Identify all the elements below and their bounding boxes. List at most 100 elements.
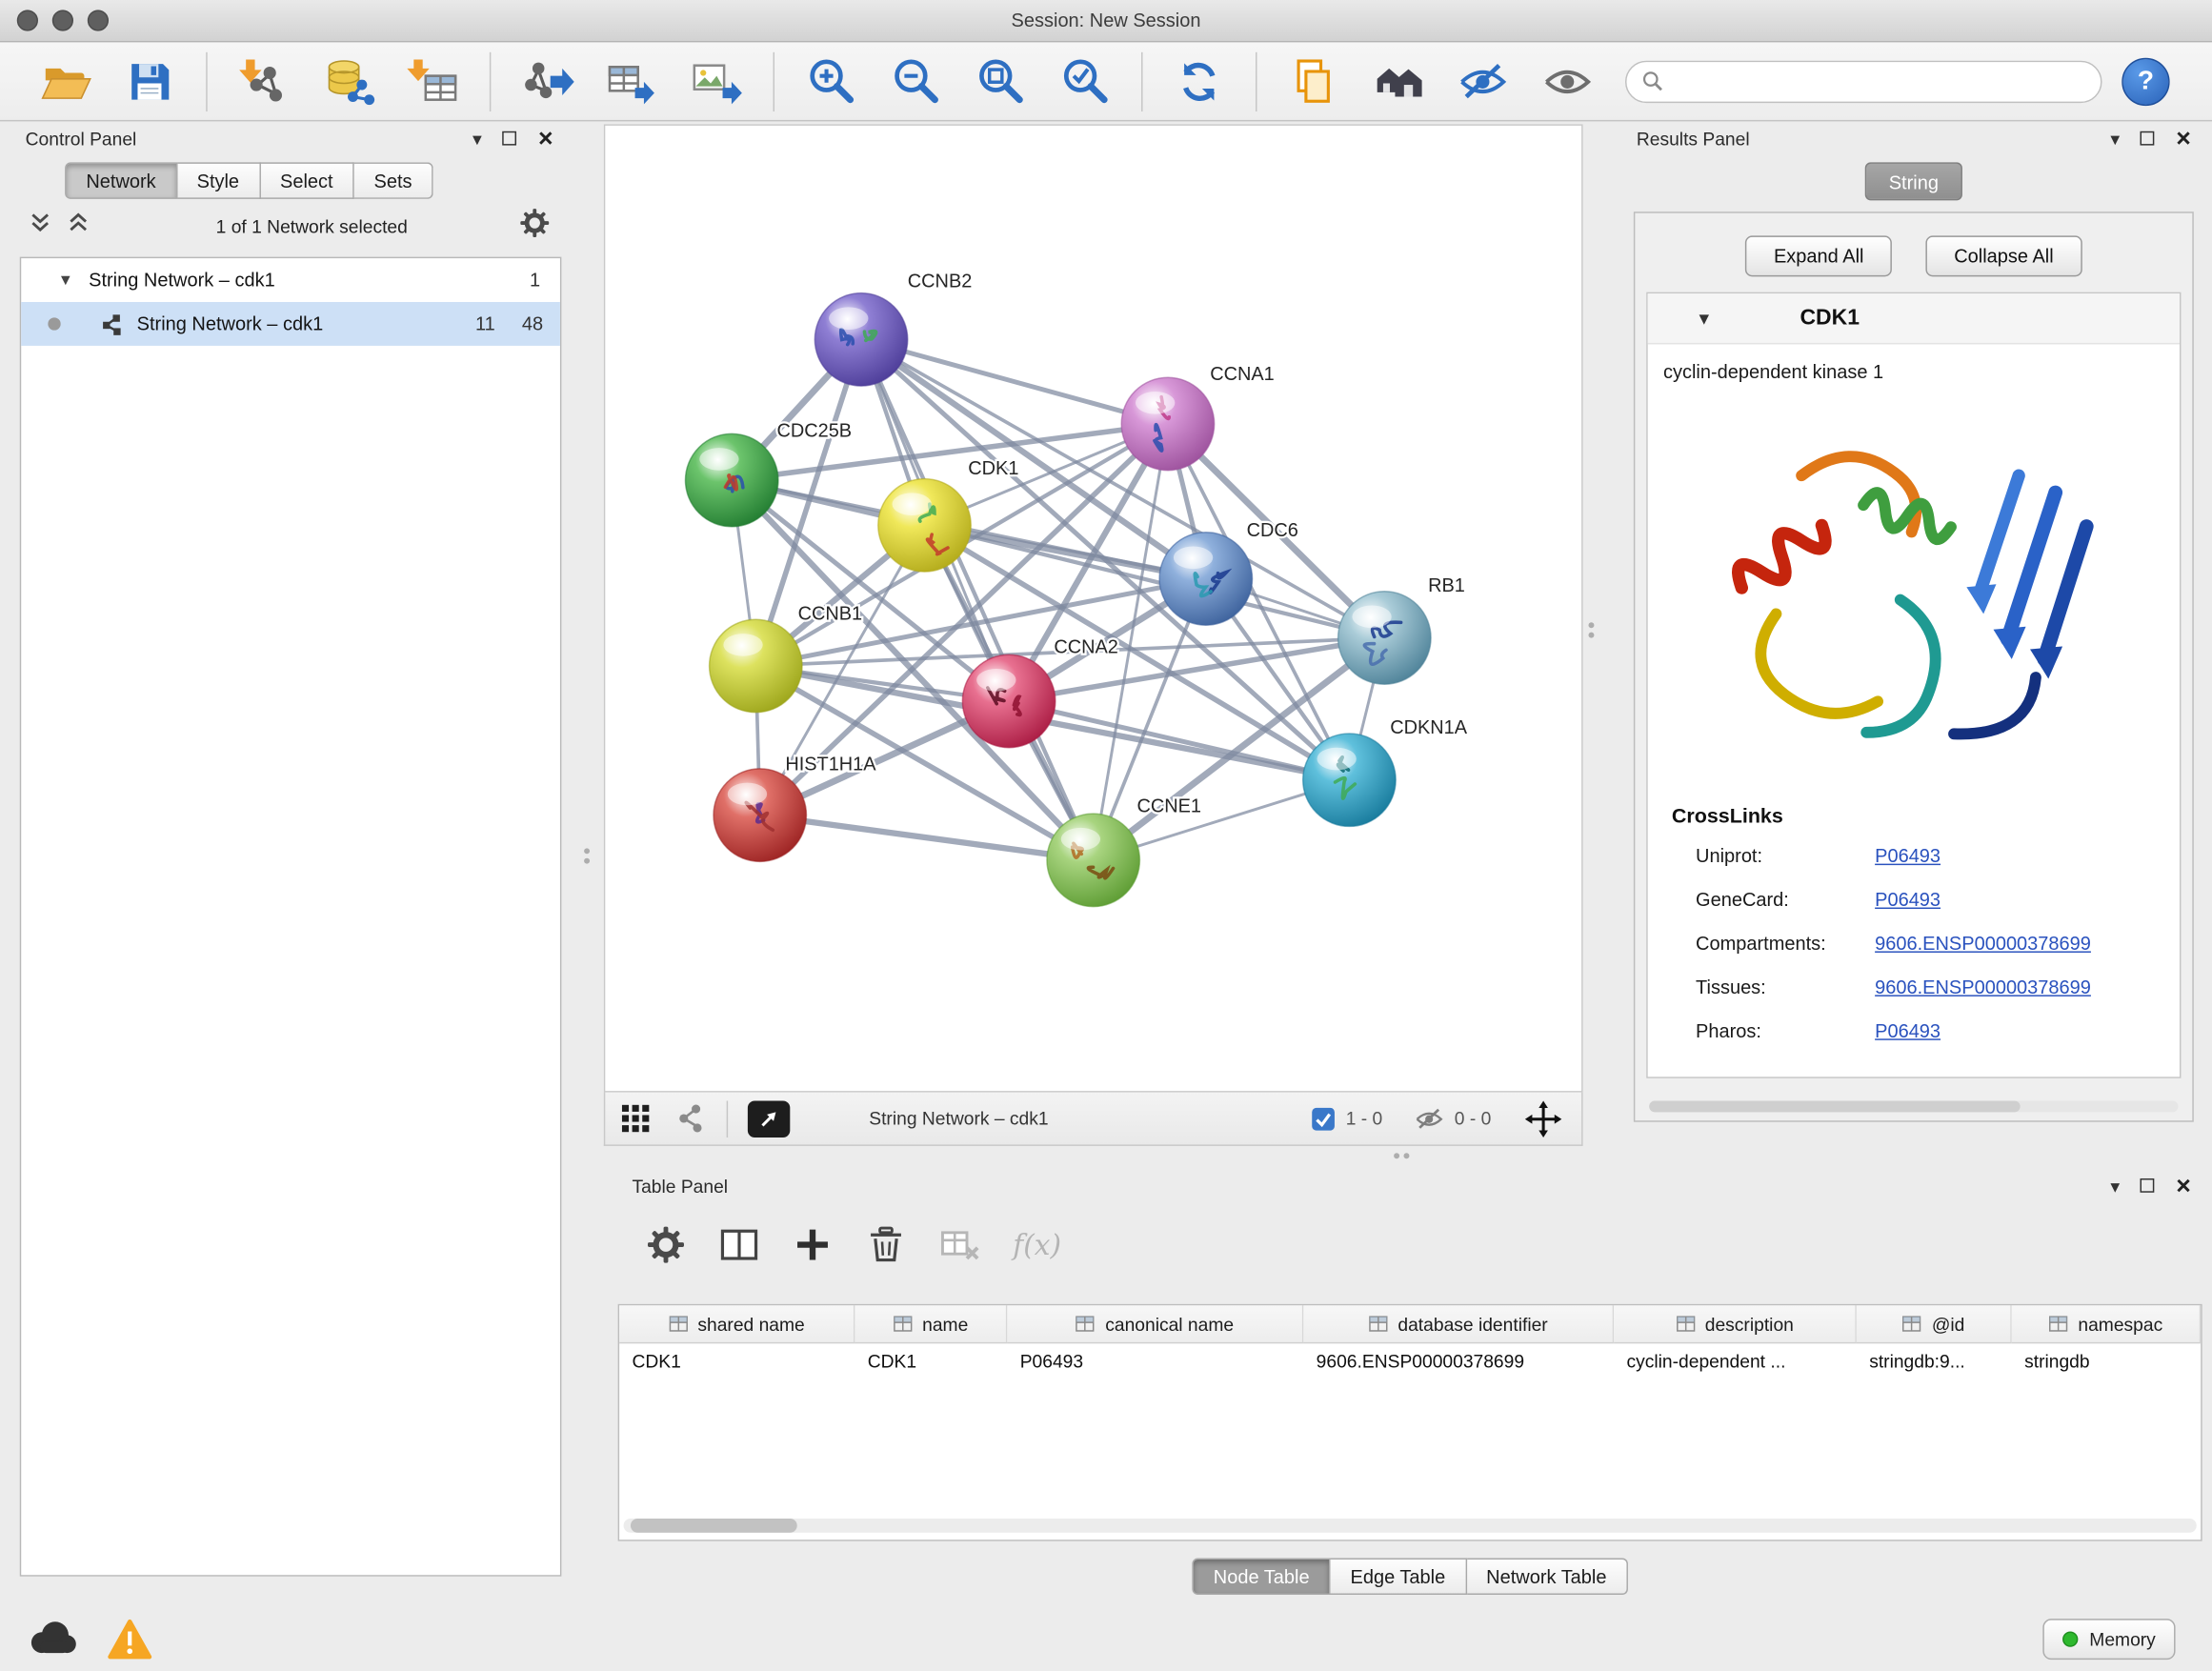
zoom-selected-icon[interactable] [1058,54,1112,108]
float-panel-icon[interactable] [2141,1178,2155,1193]
zoom-out-icon[interactable] [889,54,942,108]
zoom-in-icon[interactable] [804,54,857,108]
network-graph[interactable]: CCNB2CCNA1CDC25BCDK1CDC6RB1CCNB1CCNA2CDK… [605,126,1581,1091]
table-cell[interactable]: stringdb:9... [1857,1343,2012,1381]
network-node[interactable]: HIST1H1A [714,754,876,861]
column-header[interactable]: description [1614,1305,1857,1343]
network-node[interactable]: CCNA1 [1121,364,1275,471]
tab-node-table[interactable]: Node Table [1193,1558,1331,1595]
hidden-eye-icon[interactable] [1414,1103,1445,1135]
network-node[interactable]: RB1 [1338,575,1465,684]
tab-select[interactable]: Select [260,162,354,199]
copy-icon[interactable] [1287,54,1340,108]
collapse-all-button[interactable]: Collapse All [1926,235,2082,276]
node-label: CCNA1 [1210,364,1275,385]
export-table-icon[interactable] [605,54,658,108]
network-node[interactable]: CDK1 [878,458,1019,572]
import-table-from-file-icon[interactable] [406,54,459,108]
close-panel-icon[interactable]: × [2176,126,2191,151]
left-splitter-grip[interactable] [584,848,590,863]
tab-edge-table[interactable]: Edge Table [1331,1558,1467,1595]
column-header[interactable]: database identifier [1303,1305,1614,1343]
show-all-icon[interactable] [1540,54,1594,108]
gene-symbol: CDK1 [1800,306,1859,332]
gene-section-header[interactable]: ▼ CDK1 [1648,293,2180,344]
import-network-from-database-icon[interactable] [322,54,375,108]
close-panel-icon[interactable]: × [2176,1173,2191,1198]
collapse-section-icon[interactable]: ▼ [1696,309,1713,329]
zoom-fit-icon[interactable] [974,54,1027,108]
table-row[interactable]: CDK1 CDK1 P06493 9606.ENSP00000378699 cy… [619,1343,2201,1381]
hide-selected-icon[interactable] [1456,54,1509,108]
table-cell[interactable]: CDK1 [619,1343,855,1381]
tab-sets[interactable]: Sets [354,162,433,199]
network-collection-row[interactable]: ▼ String Network – cdk1 1 [21,258,560,302]
column-header[interactable]: shared name [619,1305,855,1343]
crosslink-link[interactable]: P06493 [1875,1020,1941,1041]
birds-eye-view-button[interactable] [748,1100,790,1137]
tab-string[interactable]: String [1865,162,1963,200]
application-window: Session: New Session [0,0,2212,1671]
horizontal-splitter-grip[interactable] [1394,1153,1409,1158]
grid-view-icon[interactable] [619,1102,652,1135]
share-network-icon[interactable] [674,1102,707,1135]
node-label: CCNB1 [798,603,863,624]
memory-button[interactable]: Memory [2042,1619,2175,1660]
column-header[interactable]: namespac [2012,1305,2201,1343]
table-settings-gear-icon[interactable] [646,1225,685,1264]
network-edge[interactable] [1009,701,1349,780]
crosslink-link[interactable]: 9606.ENSP00000378699 [1875,976,2091,997]
import-network-from-file-icon[interactable] [237,54,291,108]
help-button[interactable]: ? [2122,57,2169,105]
table-cell[interactable]: 9606.ENSP00000378699 [1303,1343,1614,1381]
panel-menu-icon[interactable]: ▾ [473,130,482,148]
results-scrollbar[interactable] [1649,1100,2178,1112]
add-row-icon[interactable] [793,1225,832,1264]
network-canvas[interactable]: CCNB2CCNA1CDC25BCDK1CDC6RB1CCNB1CCNA2CDK… [604,124,1583,1092]
crosslink-link[interactable]: 9606.ENSP00000378699 [1875,933,2091,954]
panel-menu-icon[interactable]: ▾ [2110,1177,2120,1195]
export-network-icon[interactable] [520,54,573,108]
network-node[interactable]: CDC6 [1159,520,1298,625]
network-node[interactable]: CCNB1 [710,603,863,712]
selected-checkbox-icon[interactable] [1311,1106,1337,1132]
search-input[interactable] [1673,70,2086,91]
table-cell[interactable]: stringdb [2012,1343,2201,1381]
crosslink-link[interactable]: P06493 [1875,845,1941,866]
open-session-icon[interactable] [38,54,91,108]
float-panel-icon[interactable] [503,131,517,146]
pan-crosshair-icon[interactable] [1525,1100,1562,1137]
table-cell[interactable]: P06493 [1007,1343,1303,1381]
expand-all-button[interactable]: Expand All [1745,235,1892,276]
network-row[interactable]: String Network – cdk1 11 48 [21,302,560,346]
tab-network-table[interactable]: Network Table [1466,1558,1627,1595]
table-horizontal-scrollbar[interactable] [624,1519,2197,1533]
panel-menu-icon[interactable]: ▾ [2110,130,2120,148]
column-header[interactable]: @id [1857,1305,2012,1343]
table-cell[interactable]: CDK1 [855,1343,1007,1381]
close-panel-icon[interactable]: × [538,126,553,151]
export-image-icon[interactable] [690,54,743,108]
refresh-view-icon[interactable] [1173,54,1226,108]
column-header[interactable]: name [855,1305,1007,1343]
network-edge[interactable] [760,815,1094,860]
network-options-gear-icon[interactable] [519,207,551,245]
column-header[interactable]: canonical name [1007,1305,1303,1343]
warning-icon[interactable] [108,1619,152,1660]
delete-row-trash-icon[interactable] [866,1225,905,1264]
tab-style[interactable]: Style [177,162,260,199]
tab-network[interactable]: Network [65,162,177,199]
search-field[interactable] [1625,60,2102,102]
expand-all-networks-icon[interactable] [29,211,52,242]
manage-columns-icon[interactable] [719,1225,758,1264]
collapse-all-networks-icon[interactable] [67,211,90,242]
crosslink-link[interactable]: P06493 [1875,889,1941,910]
cloud-status-icon[interactable] [26,1619,79,1657]
float-panel-icon[interactable] [2141,131,2155,146]
collapse-collection-icon[interactable]: ▼ [58,272,73,289]
home-icon[interactable] [1371,54,1424,108]
save-session-icon[interactable] [123,54,176,108]
network-node[interactable]: CCNB2 [814,272,972,386]
table-cell[interactable]: cyclin-dependent ... [1614,1343,1857,1381]
right-splitter-grip[interactable] [1588,622,1594,637]
